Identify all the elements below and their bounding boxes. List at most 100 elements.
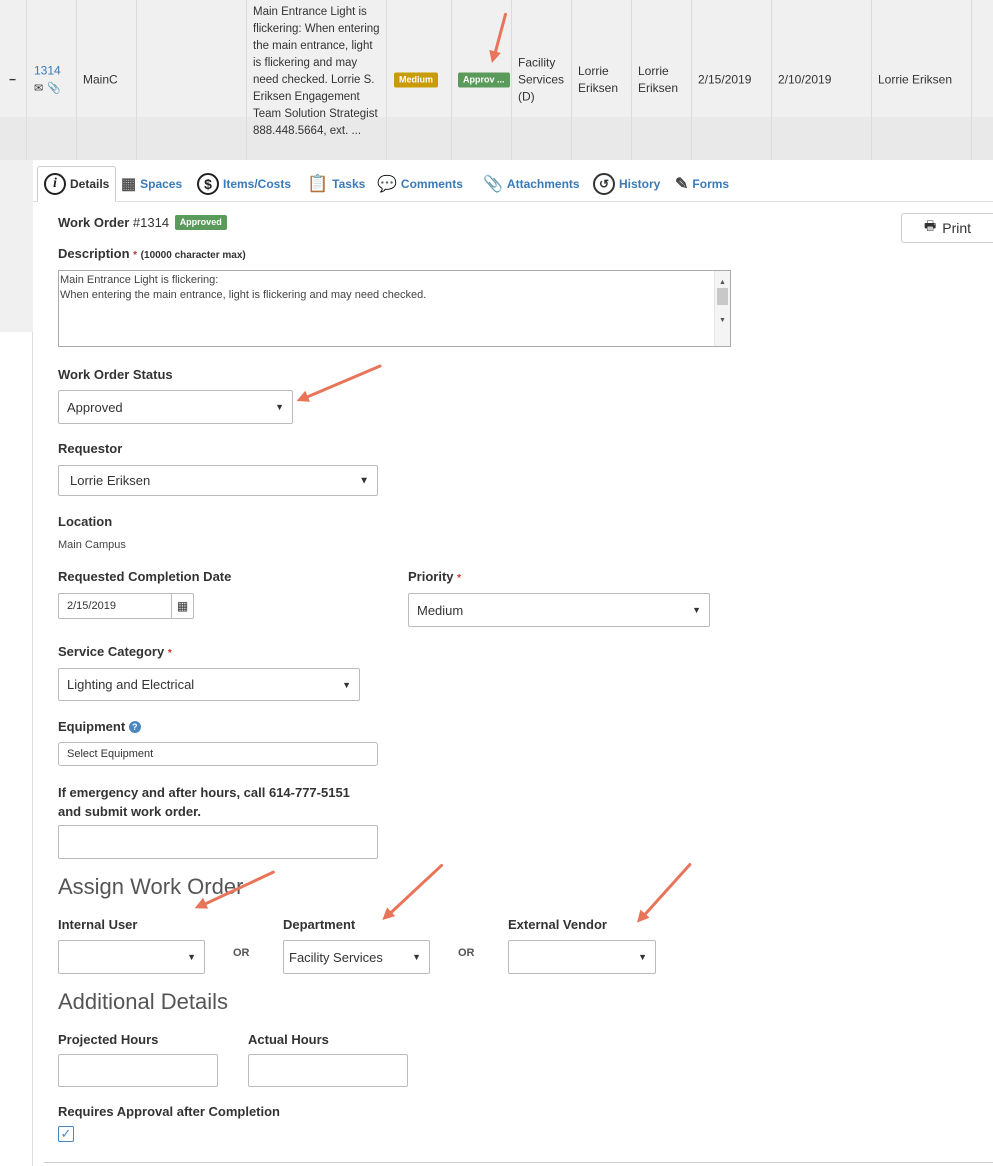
external-vendor-label: External Vendor — [508, 917, 607, 932]
tab-label: Tasks — [332, 177, 366, 191]
row-contact: Lorrie Eriksen — [878, 72, 953, 87]
row-requested-date: 2/10/2019 — [778, 72, 832, 87]
equipment-label: Equipment — [58, 719, 126, 734]
paperclip-icon[interactable]: 📎 — [47, 81, 61, 98]
tab-label: Comments — [400, 177, 463, 191]
tab-comments[interactable]: 💬 Comments — [377, 166, 463, 202]
speech-bubble-icon: 💬 — [377, 176, 397, 193]
projected-hours-input[interactable] — [58, 1054, 218, 1087]
tab-label: Spaces — [140, 177, 183, 191]
description-label: Description — [58, 246, 130, 261]
emergency-input[interactable] — [58, 825, 378, 859]
service-category-select[interactable]: Lighting and Electrical ▼ — [58, 668, 360, 701]
internal-user-select[interactable]: ▼ — [58, 940, 205, 974]
description-line: Main Entrance Light is flickering: — [60, 274, 219, 286]
additional-details-heading: Additional Details — [58, 989, 228, 1014]
chevron-down-icon: ▼ — [412, 952, 421, 962]
tab-forms[interactable]: ✎ Forms — [675, 166, 729, 202]
collapse-cell[interactable]: − — [0, 0, 27, 160]
contact-cell: Lorrie Eriksen — [872, 0, 972, 160]
department-select[interactable]: Facility Services ▼ — [283, 940, 430, 974]
equipment-label-row: Equipment ? — [58, 719, 141, 734]
work-order-label: Work Order — [58, 215, 130, 230]
priority-select[interactable]: Medium ▼ — [408, 593, 710, 627]
status-label: Work Order Status — [58, 367, 173, 382]
equipment-input[interactable]: Select Equipment — [58, 742, 378, 766]
status-select[interactable]: Approved ▼ — [58, 390, 293, 424]
chevron-down-icon: ▼ — [359, 475, 369, 486]
work-order-number: #1314 — [132, 215, 170, 230]
service-category-label: Service Category — [58, 644, 165, 659]
location-code: MainC — [83, 72, 118, 87]
tab-spaces[interactable]: ▦ Spaces — [121, 166, 182, 202]
or-separator: OR — [233, 947, 250, 959]
annotation-arrow — [642, 862, 692, 917]
description-textarea[interactable]: Main Entrance Light is flickering: When … — [58, 270, 731, 347]
completion-date-value: 2/15/2019 — [67, 600, 116, 612]
calendar-icon[interactable]: ▦ — [171, 594, 193, 618]
required-marker: * — [457, 573, 462, 584]
location-value: Main Campus — [58, 539, 126, 551]
help-icon[interactable]: ? — [128, 721, 141, 733]
emergency-line: If emergency and after hours, call 614-7… — [58, 785, 350, 800]
annotation-arrow — [388, 863, 444, 915]
requestor-label: Requestor — [58, 441, 123, 456]
description-label-row: Description * (10000 character max) — [58, 246, 246, 261]
tab-label: Forms — [692, 177, 730, 191]
envelope-icon[interactable]: ✉ — [34, 81, 43, 98]
completion-date-input[interactable]: 2/15/2019 ▦ — [58, 593, 194, 619]
bottom-divider — [44, 1162, 993, 1163]
tab-label: Attachments — [506, 177, 580, 191]
row-department: Facility Services (D) — [518, 55, 565, 104]
status-badge: Approv ... — [458, 72, 510, 88]
work-order-row[interactable]: − 1314 ✉ 📎 MainC Main Entrance Light is … — [0, 0, 993, 160]
approved-badge: Approved — [174, 215, 227, 230]
chevron-down-icon: ▼ — [692, 605, 701, 615]
chevron-down-icon: ▼ — [342, 679, 351, 690]
tab-history[interactable]: ↺ History — [593, 166, 660, 202]
scroll-thumb[interactable] — [717, 288, 728, 305]
location-cell: MainC — [77, 0, 137, 160]
requestor-value: Lorrie Eriksen — [70, 473, 151, 488]
scroll-down-icon[interactable]: ▼ — [719, 313, 726, 328]
tab-attachments[interactable]: 📎 Attachments — [483, 166, 580, 202]
tab-details[interactable]: i Details — [37, 166, 117, 202]
tab-items-costs[interactable]: $ Items/Costs — [197, 166, 291, 202]
status-value: Approved — [67, 399, 123, 415]
projected-hours-label: Projected Hours — [58, 1032, 159, 1047]
internal-user-label: Internal User — [58, 917, 138, 932]
blank-cell — [137, 0, 247, 160]
required-marker: * — [133, 250, 138, 261]
requires-approval-checkbox[interactable]: ✓ — [58, 1126, 74, 1142]
work-order-id-link[interactable]: 1314 — [34, 63, 61, 80]
priority-label-row: Priority * — [408, 569, 461, 584]
service-category-label-row: Service Category * — [58, 644, 172, 659]
detail-tabs: i Details ▦ Spaces $ Items/Costs 📋 Tasks… — [33, 160, 993, 202]
priority-value: Medium — [417, 602, 464, 618]
chevron-down-icon: ▼ — [187, 952, 196, 962]
completion-date-label: Requested Completion Date — [58, 569, 232, 584]
print-label: Print — [942, 220, 972, 236]
description-hint: (10000 character max) — [140, 250, 246, 261]
work-order-title: Work Order #1314 Approved — [58, 215, 227, 230]
requested-cell: 2/10/2019 — [772, 0, 872, 160]
priority-label: Priority — [408, 569, 454, 584]
textarea-scrollbar[interactable]: ▲ ▼ — [714, 271, 730, 346]
row-requestor: Lorrie Eriksen — [578, 64, 619, 95]
dollar-icon: $ — [197, 173, 219, 195]
actual-hours-input[interactable] — [248, 1054, 408, 1087]
description-line: When entering the main entrance, light i… — [60, 289, 427, 301]
department-cell: Facility Services (D) — [512, 0, 572, 160]
description-cell: Main Entrance Light is flickering: When … — [247, 0, 387, 160]
chevron-down-icon: ▼ — [638, 952, 647, 962]
equipment-placeholder: Select Equipment — [67, 748, 154, 760]
collapse-button[interactable]: − — [9, 72, 16, 89]
created-by-cell: Lorrie Eriksen — [632, 0, 692, 160]
print-button[interactable]: 🖶 Print — [901, 213, 993, 243]
id-cell: 1314 ✉ 📎 — [27, 0, 77, 160]
tab-tasks[interactable]: 📋 Tasks — [307, 166, 365, 202]
requestor-select[interactable]: Lorrie Eriksen ▼ — [58, 465, 378, 496]
info-icon: i — [44, 173, 66, 195]
priority-cell: Medium — [387, 0, 452, 160]
external-vendor-select[interactable]: ▼ — [508, 940, 656, 974]
